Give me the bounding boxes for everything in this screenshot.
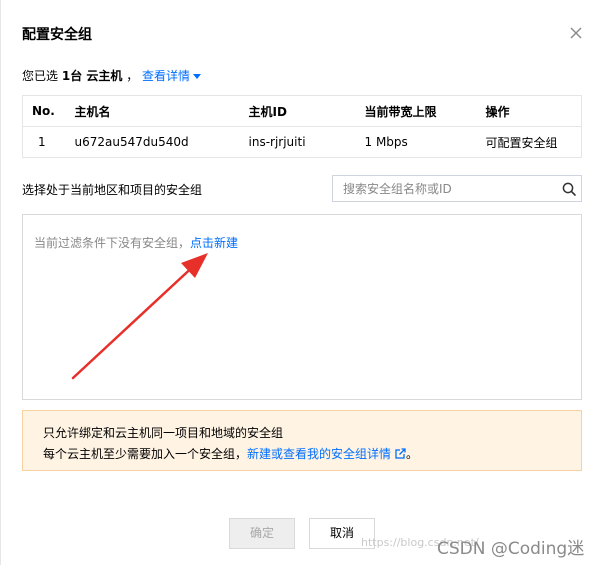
cell-operation: 可配置安全组 (485, 135, 558, 150)
selected-hosts-table: No. 主机名 主机ID 当前带宽上限 操作 1 u672au547du540d… (22, 95, 582, 158)
manage-security-groups-label: 新建或查看我的安全组详情 (247, 447, 392, 461)
column-header-hostname: 主机名 (60, 95, 235, 127)
binding-notice: 只允许绑定和云主机同一项目和地域的安全组 每个云主机至少需要加入一个安全组，新建… (22, 410, 582, 471)
selected-summary: 您已选 1台 云主机 ， 查看详情 (22, 67, 202, 84)
selected-count: 1台 云主机 (61, 69, 123, 83)
table-header-row: No. 主机名 主机ID 当前带宽上限 操作 (22, 95, 582, 127)
notice-line-2-suffix: 。 (406, 447, 419, 461)
view-details-link[interactable]: 查看详情 (142, 69, 202, 83)
confirm-button[interactable]: 确定 (229, 518, 295, 549)
search-icon[interactable] (561, 181, 577, 197)
configure-security-group-dialog: 配置安全组 您已选 1台 云主机 ， 查看详情 No. 主机名 主机ID 当前带… (0, 0, 601, 565)
column-header-host-id: 主机ID (234, 95, 351, 127)
watermark: CSDN @Coding迷 (437, 539, 585, 559)
table-row: 1 u672au547du540d ins-rjrjuiti 1 Mbps 可配… (23, 127, 582, 158)
notice-line-2-prefix: 每个云主机至少需要加入一个安全组， (43, 447, 248, 461)
security-group-select-label: 选择处于当前地区和项目的安全组 (22, 183, 203, 197)
notice-line-2: 每个云主机至少需要加入一个安全组，新建或查看我的安全组详情 。 (43, 445, 418, 462)
security-group-search (332, 175, 582, 202)
manage-security-groups-link[interactable]: 新建或查看我的安全组详情 (247, 447, 407, 461)
column-header-operation: 操作 (471, 95, 582, 127)
notice-line-1: 只允许绑定和云主机同一项目和地域的安全组 (43, 426, 284, 440)
red-annotation-arrow (71, 253, 208, 380)
selected-prefix: 您已选 (22, 69, 59, 83)
view-details-label: 查看详情 (142, 69, 191, 83)
cell-no: 1 (38, 135, 46, 149)
external-link-icon (395, 448, 407, 459)
security-group-search-input[interactable] (333, 176, 553, 201)
cell-bandwidth: 1 Mbps (364, 135, 408, 149)
host-id-link[interactable]: ins-rjrjuiti (235, 127, 351, 158)
column-header-no: No. (22, 95, 61, 127)
column-header-bandwidth: 当前带宽上限 (350, 95, 472, 127)
close-icon[interactable] (567, 24, 585, 42)
dialog-title: 配置安全组 (22, 27, 92, 43)
cell-hostname: u672au547du540d (74, 135, 189, 149)
caret-down-icon (193, 74, 202, 79)
selected-comma: ， (126, 69, 139, 83)
